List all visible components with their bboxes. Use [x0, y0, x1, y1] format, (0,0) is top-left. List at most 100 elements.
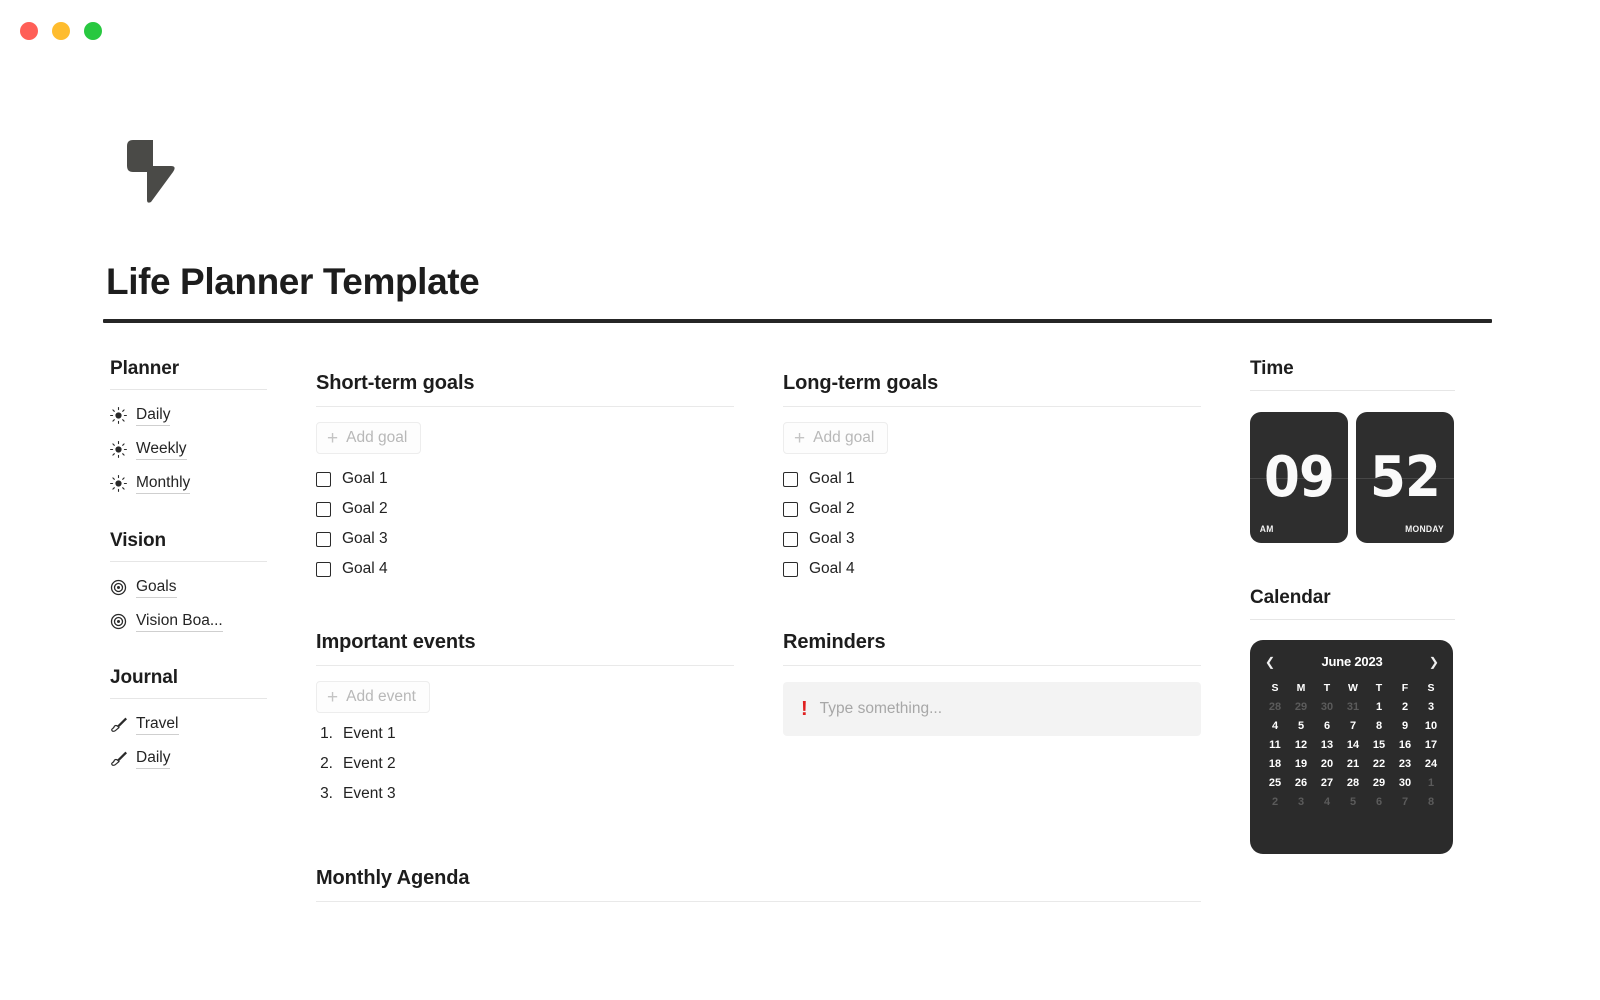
sidebar-item-travel[interactable]: Travel — [110, 711, 268, 738]
section-title: Short-term goals — [316, 372, 475, 394]
flip-clock: 09 AM 52 MONDAY — [1250, 412, 1455, 543]
checkbox[interactable] — [316, 501, 331, 517]
calendar-day[interactable]: 6 — [1314, 720, 1340, 732]
plus-icon: + — [794, 427, 806, 449]
list-item[interactable]: Goal 3 — [783, 524, 1201, 554]
list-item[interactable]: 3. Event 3 — [316, 785, 734, 815]
page-content: Life Planner Template Planner Daily Week… — [0, 62, 1600, 1000]
list-item[interactable]: Goal 2 — [316, 494, 734, 524]
calendar-day[interactable]: 12 — [1288, 739, 1314, 751]
list-index: 1. — [320, 725, 333, 742]
calendar-day[interactable]: 30 — [1392, 777, 1418, 789]
list-item[interactable]: Goal 4 — [316, 554, 734, 584]
calendar-day[interactable]: 1 — [1418, 777, 1444, 789]
calendar-weekday: F — [1401, 682, 1409, 694]
lightning-bolt-icon — [123, 138, 179, 206]
flip-clock-minutes: 52 MONDAY — [1356, 412, 1454, 543]
list-item[interactable]: Goal 4 — [783, 554, 1201, 584]
calendar-day[interactable]: 7 — [1392, 796, 1418, 808]
calendar-day[interactable]: 20 — [1314, 758, 1340, 770]
calendar-day[interactable]: 4 — [1314, 796, 1340, 808]
calendar-day[interactable]: 21 — [1340, 758, 1366, 770]
list-item[interactable]: Goal 1 — [783, 464, 1201, 494]
calendar-day[interactable]: 4 — [1262, 720, 1288, 732]
long-term-goals-section: Long-term goals + Add goal Goal 1 Goal 2… — [783, 372, 1201, 584]
calendar-day[interactable]: 11 — [1262, 739, 1288, 751]
calendar-day[interactable]: 5 — [1288, 720, 1314, 732]
add-short-term-goal-button[interactable]: + Add goal — [316, 422, 422, 454]
list-item[interactable]: 2. Event 2 — [316, 755, 734, 785]
chevron-right-icon[interactable]: ❯ — [1429, 656, 1439, 668]
calendar-day[interactable]: 17 — [1418, 739, 1444, 751]
list-item[interactable]: 1. Event 1 — [316, 725, 734, 755]
calendar-grid[interactable]: S M T W T F S 28 29 30 31 1 2 3 4 5 6 7 8 9 10 11 12 13 14 15 16 17… — [1262, 683, 1441, 808]
checkbox[interactable] — [783, 531, 798, 547]
list-item[interactable]: Goal 2 — [783, 494, 1201, 524]
calendar-day[interactable]: 8 — [1366, 720, 1392, 732]
sidebar-item-weekly[interactable]: Weekly — [110, 436, 268, 463]
sidebar-item-monthly[interactable]: Monthly — [110, 470, 268, 497]
close-button[interactable] — [20, 22, 38, 40]
add-event-button[interactable]: + Add event — [316, 681, 430, 713]
calendar-day[interactable]: 23 — [1392, 758, 1418, 770]
calendar-day[interactable]: 25 — [1262, 777, 1288, 789]
checkbox[interactable] — [316, 531, 331, 547]
window-controls — [20, 22, 102, 40]
calendar-day[interactable]: 10 — [1418, 720, 1444, 732]
checkbox[interactable] — [783, 561, 798, 577]
calendar-day[interactable]: 22 — [1366, 758, 1392, 770]
column-left-content: Short-term goals + Add goal Goal 1 Goal … — [316, 372, 734, 815]
checkbox[interactable] — [783, 471, 798, 487]
calendar-day[interactable]: 7 — [1340, 720, 1366, 732]
goal-label: Goal 1 — [342, 470, 388, 487]
calendar-day[interactable]: 15 — [1366, 739, 1392, 751]
calendar-day[interactable]: 28 — [1340, 777, 1366, 789]
sidebar-item-journal-daily[interactable]: Daily — [110, 745, 268, 772]
calendar-day[interactable]: 5 — [1340, 796, 1366, 808]
calendar-day[interactable]: 9 — [1392, 720, 1418, 732]
calendar-day[interactable]: 3 — [1288, 796, 1314, 808]
calendar-day[interactable]: 18 — [1262, 758, 1288, 770]
calendar-day[interactable]: 6 — [1366, 796, 1392, 808]
maximize-button[interactable] — [84, 22, 102, 40]
sidebar-item-vision-board[interactable]: Vision Boa... — [110, 608, 268, 635]
list-item[interactable]: Goal 1 — [316, 464, 734, 494]
section-divider — [316, 665, 734, 666]
calendar-day[interactable]: 30 — [1314, 701, 1340, 713]
checkbox[interactable] — [783, 501, 798, 517]
sidebar-item-goals[interactable]: Goals — [110, 574, 268, 601]
chevron-left-icon[interactable]: ❮ — [1265, 656, 1275, 668]
important-events-list: 1. Event 1 2. Event 2 3. Event 3 — [316, 725, 734, 815]
monthly-agenda-section: Monthly Agenda — [316, 867, 1201, 902]
calendar-day[interactable]: 27 — [1314, 777, 1340, 789]
flip-seam — [1250, 477, 1348, 479]
widget-title-calendar: Calendar — [1250, 587, 1331, 608]
calendar-card: ❮ June 2023 ❯ S M T W T F S 28 29 30 31 1 2 3 4 5 6 7 8 9 10… — [1250, 640, 1453, 854]
section-title: Long-term goals — [783, 372, 939, 394]
reminder-input-row[interactable]: ! Type something... — [783, 682, 1201, 736]
calendar-day[interactable]: 1 — [1366, 701, 1392, 713]
sidebar-heading-planner: Planner — [110, 358, 179, 379]
calendar-day[interactable]: 8 — [1418, 796, 1444, 808]
calendar-day[interactable]: 13 — [1314, 739, 1340, 751]
calendar-day[interactable]: 28 — [1262, 701, 1288, 713]
section-divider — [316, 406, 734, 407]
calendar-day[interactable]: 16 — [1392, 739, 1418, 751]
sidebar-group-vision: Vision Goals Vision Boa... — [110, 530, 268, 635]
sidebar-item-daily[interactable]: Daily — [110, 402, 268, 429]
calendar-day[interactable]: 24 — [1418, 758, 1444, 770]
calendar-day[interactable]: 2 — [1262, 796, 1288, 808]
minimize-button[interactable] — [52, 22, 70, 40]
calendar-day[interactable]: 29 — [1366, 777, 1392, 789]
checkbox[interactable] — [316, 561, 331, 577]
calendar-day[interactable]: 3 — [1418, 701, 1444, 713]
checkbox[interactable] — [316, 471, 331, 487]
list-item[interactable]: Goal 3 — [316, 524, 734, 554]
calendar-day[interactable]: 26 — [1288, 777, 1314, 789]
calendar-day[interactable]: 31 — [1340, 701, 1366, 713]
add-long-term-goal-button[interactable]: + Add goal — [783, 422, 889, 454]
calendar-day[interactable]: 19 — [1288, 758, 1314, 770]
calendar-day[interactable]: 29 — [1288, 701, 1314, 713]
calendar-day[interactable]: 2 — [1392, 701, 1418, 713]
calendar-day[interactable]: 14 — [1340, 739, 1366, 751]
